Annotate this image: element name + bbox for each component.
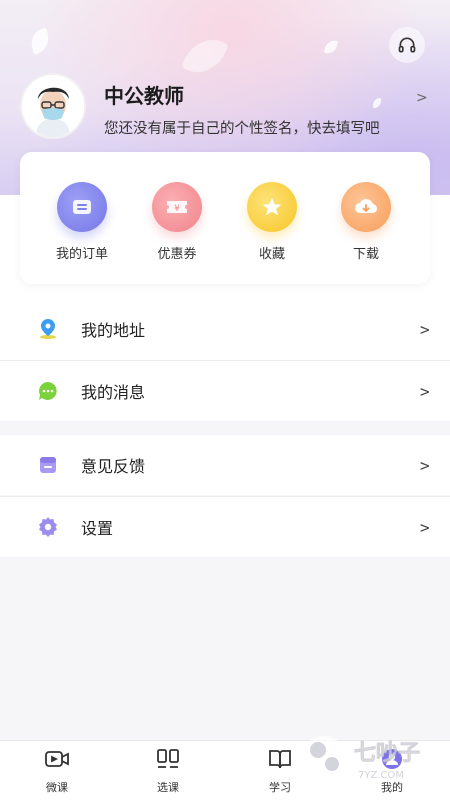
book-icon — [250, 747, 310, 771]
location-icon — [37, 318, 59, 340]
tab-micro-course-label: 微课 — [46, 781, 68, 794]
tab-study-label: 学习 — [269, 781, 291, 794]
tab-select-course-label: 选课 — [157, 781, 179, 794]
coupon-label: 优惠券 — [157, 247, 197, 262]
signature-text[interactable]: 您还没有属于自己的个性签名，快去填写吧 — [104, 117, 380, 138]
tab-micro-course[interactable]: 微课 — [27, 747, 87, 795]
chevron-right-icon: > — [420, 381, 430, 401]
menu-item-messages[interactable]: 我的消息 > — [0, 361, 450, 421]
download-icon — [341, 182, 391, 232]
video-icon — [27, 747, 87, 771]
chevron-right-icon: > — [420, 517, 430, 537]
bottom-tab-bar: 微课 选课 学习 我的 — [0, 740, 450, 800]
profile-chevron-right-icon[interactable]: > — [416, 90, 428, 106]
order-icon — [57, 182, 107, 232]
chevron-right-icon: > — [420, 455, 430, 475]
quick-actions-card: 我的订单 ¥ 优惠券 收藏 下载 — [20, 152, 430, 284]
my-orders-label: 我的订单 — [55, 247, 108, 262]
svg-text:¥: ¥ — [174, 204, 180, 214]
menu-item-settings-label: 设置 — [81, 519, 114, 538]
customer-service-button[interactable] — [389, 27, 425, 63]
menu-item-feedback[interactable]: 意见反馈 > — [0, 435, 450, 495]
chevron-right-icon: > — [420, 319, 430, 339]
profile-icon — [362, 747, 422, 771]
tab-mine[interactable]: 我的 — [362, 747, 422, 795]
tab-select-course[interactable]: 选课 — [138, 747, 198, 795]
feedback-icon — [37, 454, 59, 476]
coupon-icon: ¥ — [152, 182, 202, 232]
menu-item-address[interactable]: 我的地址 > — [0, 299, 450, 359]
username[interactable]: 中公教师 — [104, 80, 184, 109]
menu-item-messages-label: 我的消息 — [81, 383, 146, 402]
coupon-button[interactable]: ¥ 优惠券 — [137, 182, 217, 262]
gear-icon — [37, 516, 59, 538]
download-button[interactable]: 下载 — [326, 182, 406, 262]
courses-icon — [138, 747, 198, 771]
tab-study[interactable]: 学习 — [250, 747, 310, 795]
menu-item-address-label: 我的地址 — [81, 321, 146, 340]
star-icon — [247, 182, 297, 232]
headset-icon — [398, 37, 416, 53]
message-icon — [37, 380, 59, 402]
my-orders-button[interactable]: 我的订单 — [42, 182, 122, 262]
favorites-label: 收藏 — [258, 247, 285, 262]
avatar[interactable] — [20, 73, 86, 139]
menu-item-settings[interactable]: 设置 > — [0, 497, 450, 557]
tab-mine-label: 我的 — [381, 781, 403, 794]
menu-item-feedback-label: 意见反馈 — [81, 457, 146, 476]
download-label: 下载 — [352, 247, 379, 262]
favorites-button[interactable]: 收藏 — [232, 182, 312, 262]
